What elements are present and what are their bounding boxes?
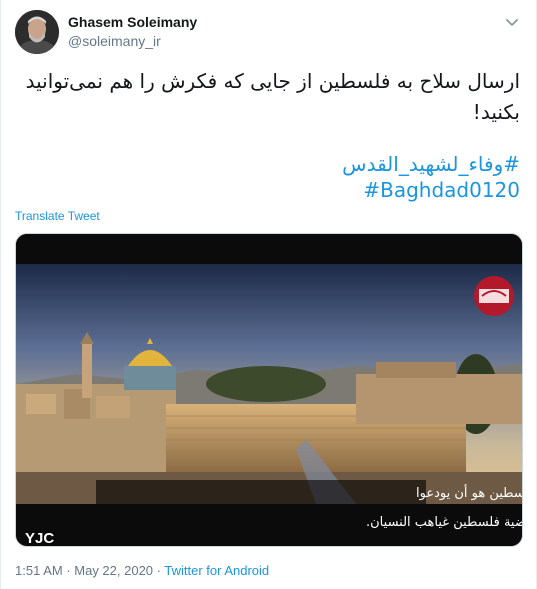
hashtag-link[interactable]: #وفاء_لشهید_القدس <box>342 152 520 176</box>
hashtag-link[interactable]: #Baghdad0120 <box>363 178 520 202</box>
channel-logo-icon <box>474 276 514 316</box>
tweet-card: Ghasem Soleimany @soleimany_ir ارسال سلا… <box>0 0 537 589</box>
video-subtitle-line1: كان مخطط الأمريكيين بشأن فلسطين هو أن يو… <box>416 483 523 501</box>
tweet-text: ارسال سلاح به فلسطین از جایی که فکرش را … <box>25 69 520 124</box>
tweet-source-link[interactable]: Twitter for Android <box>164 563 269 578</box>
meta-separator: · <box>153 563 165 578</box>
tweet-time[interactable]: 1:51 AM <box>15 563 63 578</box>
yjc-watermark: YJC <box>25 530 55 547</box>
author-name[interactable]: Ghasem Soleimany <box>68 14 197 30</box>
tweet-date[interactable]: May 22, 2020 <box>74 563 153 578</box>
meta-separator: · <box>62 563 75 578</box>
author-handle[interactable]: @soleimany_ir <box>68 33 161 49</box>
translate-tweet-link[interactable]: Translate Tweet <box>15 209 100 223</box>
video-subtitle-line2: قضية فلسطين غياهب النسيان. <box>366 515 523 530</box>
video-thumbnail[interactable]: كان مخطط الأمريكيين بشأن فلسطين هو أن يو… <box>15 233 523 547</box>
chevron-down-icon[interactable] <box>502 12 522 32</box>
tweet-meta: 1:51 AM · May 22, 2020 · Twitter for And… <box>15 563 269 578</box>
avatar[interactable] <box>15 10 59 54</box>
